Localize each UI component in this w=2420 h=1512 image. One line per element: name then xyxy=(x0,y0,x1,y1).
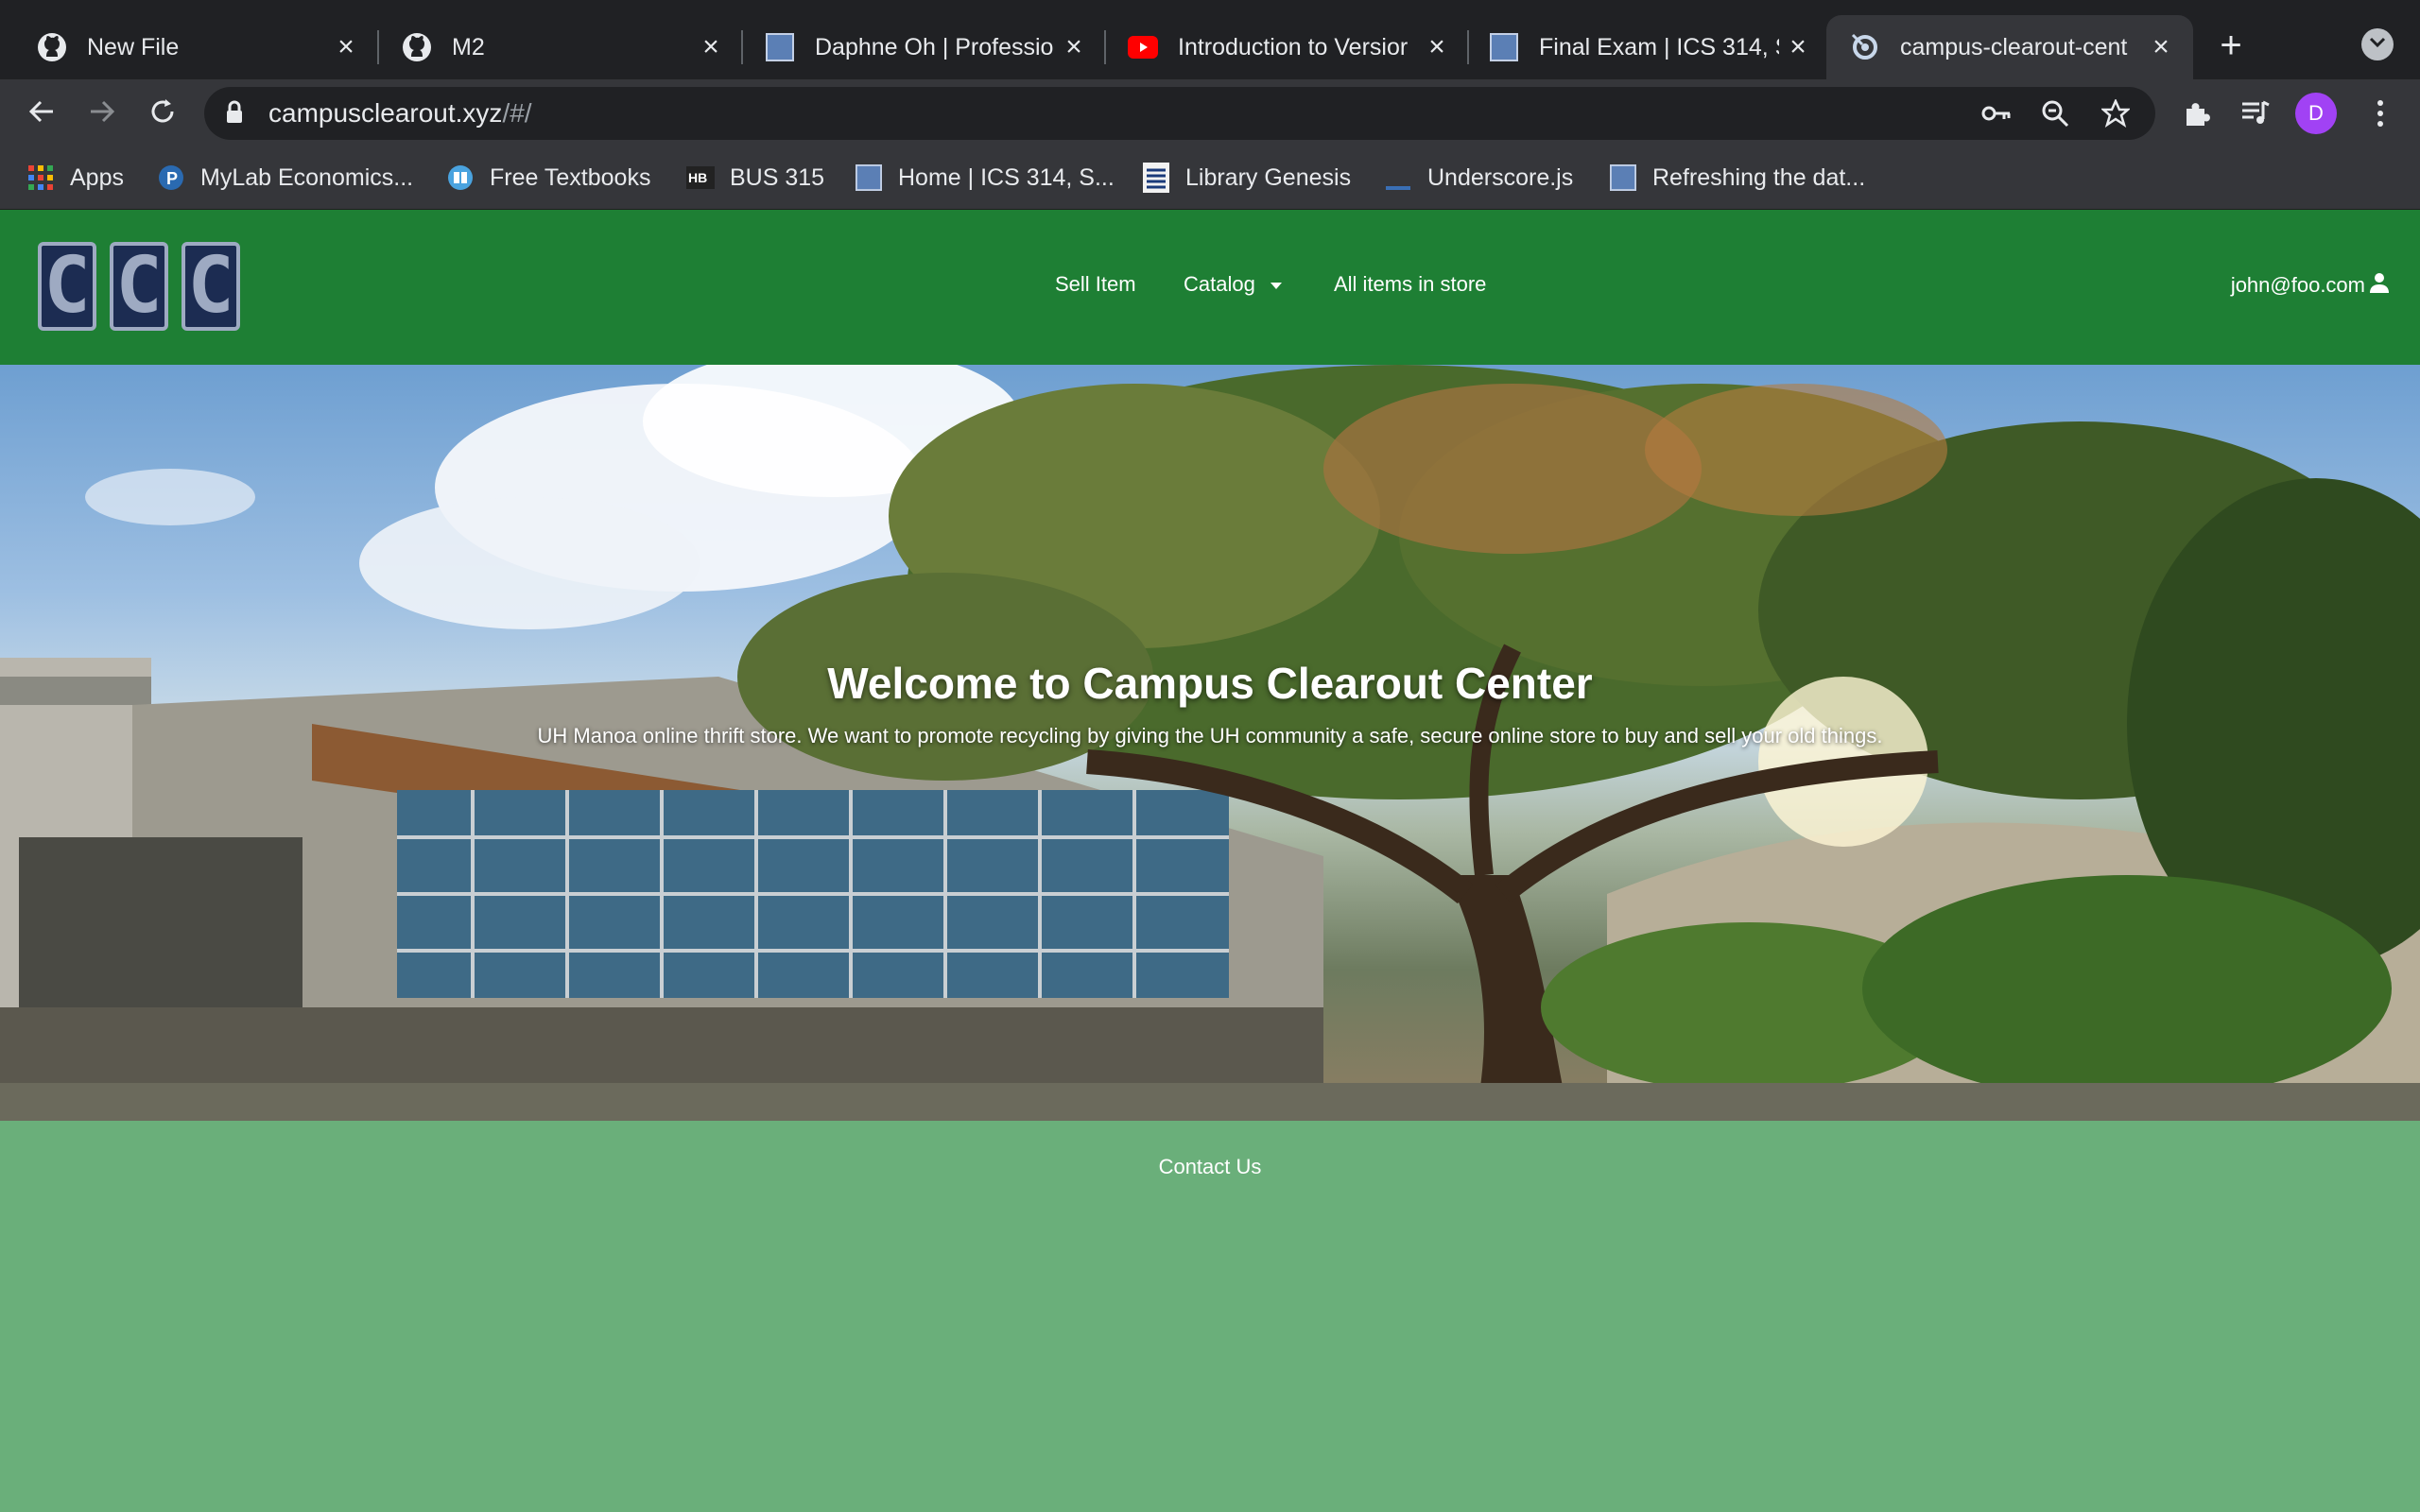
bookmark-star-icon[interactable] xyxy=(2100,98,2131,129)
bookmark-bus-315[interactable]: HB BUS 315 xyxy=(686,161,824,195)
tab-title: Daphne Oh | Professio xyxy=(815,33,1054,60)
book-icon xyxy=(446,163,475,192)
tab-new-file[interactable]: New File × xyxy=(0,15,378,79)
new-tab-button[interactable]: + xyxy=(2210,25,2252,66)
logo-letter: C xyxy=(182,242,240,331)
user-icon xyxy=(2369,272,2390,299)
bookmark-mylab-economics[interactable]: P MyLab Economics... xyxy=(157,161,413,195)
close-icon[interactable]: × xyxy=(327,28,365,66)
tab-title: Final Exam | ICS 314, S xyxy=(1539,33,1779,60)
hero-subtitle: UH Manoa online thrift store. We want to… xyxy=(537,724,1883,747)
hero-title: Welcome to Campus Clearout Center xyxy=(827,659,1593,708)
close-icon[interactable]: × xyxy=(1055,28,1093,66)
nav-all-items[interactable]: All items in store xyxy=(1334,272,1486,297)
forward-button[interactable] xyxy=(81,93,123,134)
back-arrow-icon xyxy=(26,96,57,131)
profile-avatar[interactable]: D xyxy=(2295,93,2337,134)
logo-letter: C xyxy=(110,242,168,331)
lock-icon xyxy=(225,100,244,129)
site-navbar: C C C Sell Item Catalog All items in sto… xyxy=(0,210,2420,365)
url-text: campusclearout.xyz/#/ xyxy=(268,98,532,129)
tab-title: New File xyxy=(87,33,180,60)
browser-toolbar: campusclearout.xyz/#/ D xyxy=(0,79,2420,147)
web-page: C C C Sell Item Catalog All items in sto… xyxy=(0,210,2420,1512)
canvas-icon xyxy=(855,163,883,192)
tab-title: campus-clearout-cent xyxy=(1900,33,2128,60)
tab-campus-clearout[interactable]: campus-clearout-cent × xyxy=(1826,15,2193,79)
bookmark-library-genesis[interactable]: Library Genesis xyxy=(1142,161,1351,195)
extensions-puzzle-icon[interactable] xyxy=(2180,96,2214,130)
bookmark-refreshing-data[interactable]: Refreshing the dat... xyxy=(1609,161,1865,195)
bookmarks-bar: Apps P MyLab Economics... Free Textbooks… xyxy=(0,147,2420,210)
tab-m2[interactable]: M2 × xyxy=(365,15,743,79)
canvas-icon xyxy=(764,31,796,63)
nav-sell-item[interactable]: Sell Item xyxy=(1055,272,1136,297)
tab-search-button[interactable] xyxy=(2361,28,2394,60)
url-path: /#/ xyxy=(502,98,532,128)
user-menu[interactable]: john@foo.com xyxy=(2231,272,2390,299)
bookmark-label: Library Genesis xyxy=(1185,163,1352,191)
address-bar[interactable]: campusclearout.xyz/#/ xyxy=(204,87,2155,140)
bookmark-underscore-js[interactable]: Underscore.js xyxy=(1384,161,1573,195)
close-icon[interactable]: × xyxy=(1418,28,1456,66)
github-icon xyxy=(36,31,68,63)
bookmark-label: Underscore.js xyxy=(1427,163,1574,191)
reload-icon xyxy=(147,96,178,131)
bookmark-label: Free Textbooks xyxy=(490,163,651,191)
bookmark-label: Home | ICS 314, S... xyxy=(898,163,1115,191)
hb-icon: HB xyxy=(686,163,715,192)
close-icon[interactable]: × xyxy=(2142,28,2180,66)
github-icon xyxy=(401,31,433,63)
tab-final-exam[interactable]: Final Exam | ICS 314, S × xyxy=(1452,15,1830,79)
close-icon[interactable]: × xyxy=(692,28,730,66)
user-email: john@foo.com xyxy=(2230,273,2365,297)
canvas-icon xyxy=(1609,163,1637,192)
underscore-icon xyxy=(1384,163,1412,192)
media-queue-icon[interactable] xyxy=(2238,96,2273,130)
contact-us-link[interactable]: Contact Us xyxy=(0,1155,2420,1179)
nav-catalog-label: Catalog xyxy=(1184,272,1255,296)
library-icon xyxy=(1142,163,1170,193)
pearson-icon: P xyxy=(157,163,185,192)
chevron-down-icon xyxy=(2369,36,2386,53)
url-host: campusclearout.xyz xyxy=(268,98,503,128)
bookmark-apps[interactable]: Apps xyxy=(26,161,124,195)
reload-button[interactable] xyxy=(142,93,183,134)
bookmark-label: Refreshing the dat... xyxy=(1652,163,1866,191)
canvas-icon xyxy=(1488,31,1520,63)
close-icon[interactable]: × xyxy=(1779,28,1817,66)
bookmark-label: BUS 315 xyxy=(730,163,825,191)
bookmark-free-textbooks[interactable]: Free Textbooks xyxy=(446,161,650,195)
bookmark-label: Apps xyxy=(70,163,124,191)
logo-letter: C xyxy=(38,242,96,331)
bookmark-label: MyLab Economics... xyxy=(200,163,414,191)
svg-text:HB: HB xyxy=(688,170,707,185)
ccc-logo[interactable]: C C C xyxy=(38,242,240,333)
site-footer: Contact Us xyxy=(0,1121,2420,1512)
key-icon[interactable] xyxy=(1981,98,2012,129)
tab-title: M2 xyxy=(452,33,485,60)
tab-title: Introduction to Versior xyxy=(1178,33,1409,60)
svg-text:P: P xyxy=(166,169,178,188)
nav-catalog-dropdown[interactable]: Catalog xyxy=(1184,272,1282,297)
bookmark-home-ics-314[interactable]: Home | ICS 314, S... xyxy=(855,161,1115,195)
meteor-icon xyxy=(1849,31,1881,63)
tab-daphne-oh[interactable]: Daphne Oh | Professio × xyxy=(728,15,1106,79)
browser-tab-strip: New File × M2 × Daphne Oh | Professio × … xyxy=(0,0,2420,79)
forward-arrow-icon xyxy=(87,96,117,131)
caret-down-icon xyxy=(1270,282,1282,289)
back-button[interactable] xyxy=(21,93,62,134)
zoom-icon[interactable] xyxy=(2040,98,2070,129)
kebab-menu-icon[interactable] xyxy=(2363,96,2397,130)
youtube-icon xyxy=(1127,31,1159,63)
apps-grid-icon xyxy=(26,163,55,192)
hero-banner: Welcome to Campus Clearout Center UH Man… xyxy=(0,365,2420,1121)
tab-intro-version-control[interactable]: Introduction to Versior × xyxy=(1091,15,1469,79)
